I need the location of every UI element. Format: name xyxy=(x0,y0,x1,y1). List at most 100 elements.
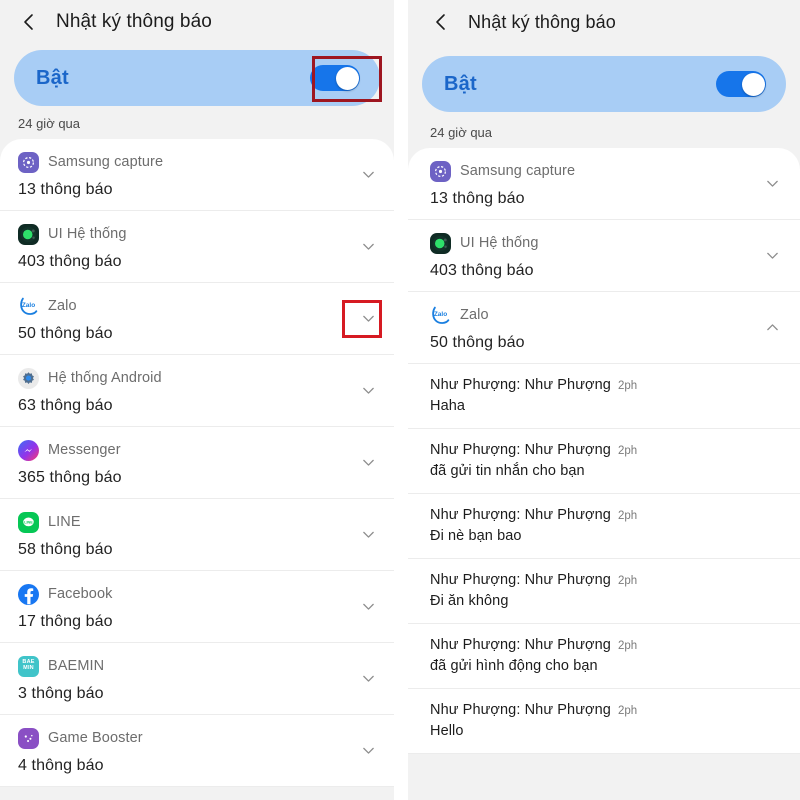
list-item[interactable]: Như Phượng: Như Phượng 2ph Haha xyxy=(408,364,800,429)
chevron-down-icon[interactable] xyxy=(760,172,784,196)
list-item[interactable]: Như Phượng: Như Phượng 2ph Đi ăn không xyxy=(408,559,800,624)
table-row[interactable]: Game Booster 4 thông báo xyxy=(0,715,394,787)
chevron-down-icon[interactable] xyxy=(356,451,380,475)
app-name: UI Hệ thống xyxy=(48,226,127,242)
app-name: BAEMIN xyxy=(48,658,105,674)
master-switch-card[interactable]: Bật xyxy=(14,50,380,106)
app-row-head: Hệ thống Android xyxy=(18,366,346,390)
app-name: Zalo xyxy=(460,307,489,323)
right-app-list: Samsung capture 13 thông báo UI Hệ thống… xyxy=(408,148,800,754)
app-notification-count: 63 thông báo xyxy=(18,397,113,414)
svg-text:Zalo: Zalo xyxy=(22,302,35,309)
chevron-down-icon[interactable] xyxy=(356,595,380,619)
notification-time: 2ph xyxy=(617,380,638,392)
chevron-left-icon[interactable] xyxy=(18,11,40,33)
master-switch-card[interactable]: Bật xyxy=(422,56,786,112)
app-notification-count: 17 thông báo xyxy=(18,613,113,630)
app-row-head: UI Hệ thống xyxy=(18,222,346,246)
list-item[interactable]: Như Phượng: Như Phượng 2ph đã gửi tin nh… xyxy=(408,429,800,494)
notification-body: Đi nè bạn bao xyxy=(430,528,522,544)
right-phone-panel: Nhật ký thông báo Bật 24 giờ qua Samsung… xyxy=(408,0,800,800)
app-name: Game Booster xyxy=(48,730,143,746)
notification-head: Như Phượng: Như Phượng 2ph xyxy=(430,637,780,653)
notification-time: 2ph xyxy=(617,705,638,717)
app-notification-count: 4 thông báo xyxy=(18,757,104,774)
chevron-down-icon[interactable] xyxy=(356,739,380,763)
table-row[interactable]: Messenger 365 thông báo xyxy=(0,427,394,499)
table-row[interactable]: LINE LINE 58 thông báo xyxy=(0,499,394,571)
svg-text:Zalo: Zalo xyxy=(434,311,447,318)
table-row[interactable]: Facebook 17 thông báo xyxy=(0,571,394,643)
chevron-down-icon[interactable] xyxy=(356,235,380,259)
notification-body: Đi ăn không xyxy=(430,593,509,609)
notification-title: Như Phượng: Như Phượng xyxy=(430,572,611,588)
app-name: Zalo xyxy=(48,298,77,314)
left-phone-panel: Nhật ký thông báo Bật 24 giờ qua Samsung… xyxy=(0,0,394,800)
ui-system-icon xyxy=(430,232,451,254)
app-name: Messenger xyxy=(48,442,121,458)
app-row-head: Facebook xyxy=(18,582,346,606)
table-row[interactable]: Samsung capture 13 thông báo xyxy=(408,148,800,220)
app-notification-count: 13 thông báo xyxy=(430,190,525,207)
facebook-icon xyxy=(18,583,39,605)
table-row[interactable]: UI Hệ thống 403 thông báo xyxy=(408,220,800,292)
game-booster-icon xyxy=(18,727,39,749)
left-app-list: Samsung capture 13 thông báo UI Hệ thống… xyxy=(0,139,394,787)
table-row[interactable]: BAE MIN BAEMIN 3 thông báo xyxy=(0,643,394,715)
notification-title: Như Phượng: Như Phượng xyxy=(430,507,611,523)
app-row-head: UI Hệ thống xyxy=(430,231,748,255)
table-row[interactable]: Samsung capture 13 thông báo xyxy=(0,139,394,211)
app-notification-count: 403 thông báo xyxy=(18,253,122,270)
master-switch-label: Bật xyxy=(36,66,69,89)
chevron-up-icon[interactable] xyxy=(760,316,784,340)
app-row-head: BAE MIN BAEMIN xyxy=(18,654,346,678)
chevron-down-icon[interactable] xyxy=(356,667,380,691)
app-row-head: Samsung capture xyxy=(18,150,346,174)
app-name: LINE xyxy=(48,514,81,530)
chevron-down-icon[interactable] xyxy=(356,163,380,187)
app-row-head: Samsung capture xyxy=(430,159,748,183)
app-notification-count: 403 thông báo xyxy=(430,262,534,279)
chevron-down-icon[interactable] xyxy=(356,379,380,403)
samsung-capture-icon xyxy=(18,151,39,173)
master-switch-toggle[interactable] xyxy=(310,65,360,91)
ui-system-icon xyxy=(18,223,39,245)
chevron-down-icon[interactable] xyxy=(356,523,380,547)
app-name: UI Hệ thống xyxy=(460,235,539,251)
app-row-head: Messenger xyxy=(18,438,346,462)
table-row[interactable]: Zalo Zalo 50 thông báo xyxy=(408,292,800,364)
chevron-down-icon[interactable] xyxy=(356,307,380,331)
notification-title: Như Phượng: Như Phượng xyxy=(430,377,611,393)
list-item[interactable]: Như Phượng: Như Phượng 2ph đã gửi hình đ… xyxy=(408,624,800,689)
app-notification-count: 50 thông báo xyxy=(430,334,525,351)
app-name: Samsung capture xyxy=(48,154,164,170)
table-row[interactable]: UI Hệ thống 403 thông báo xyxy=(0,211,394,283)
notification-head: Như Phượng: Như Phượng 2ph xyxy=(430,572,780,588)
app-notification-count: 58 thông báo xyxy=(18,541,113,558)
list-item[interactable]: Như Phượng: Như Phượng 2ph Đi nè bạn bao xyxy=(408,494,800,559)
table-row[interactable]: Hệ thống Android 63 thông báo xyxy=(0,355,394,427)
app-name: Hệ thống Android xyxy=(48,370,162,386)
notification-body: Haha xyxy=(430,398,466,414)
android-system-icon xyxy=(18,367,39,389)
master-switch-toggle[interactable] xyxy=(716,71,766,97)
app-notification-count: 50 thông báo xyxy=(18,325,113,342)
page-title: Nhật ký thông báo xyxy=(56,11,212,32)
svg-text:LINE: LINE xyxy=(24,520,33,524)
notification-time: 2ph xyxy=(617,510,638,522)
app-row-head: Game Booster xyxy=(18,726,346,750)
app-name: Facebook xyxy=(48,586,113,602)
app-name: Samsung capture xyxy=(460,163,576,179)
notification-body: đã gửi hình động cho bạn xyxy=(430,658,598,674)
right-header: Nhật ký thông báo xyxy=(408,0,800,44)
notification-body: đã gửi tin nhắn cho bạn xyxy=(430,463,585,479)
list-item[interactable]: Như Phượng: Như Phượng 2ph Hello xyxy=(408,689,800,754)
chevron-down-icon[interactable] xyxy=(760,244,784,268)
baemin-icon-text: BAE MIN xyxy=(22,659,35,671)
section-label-24h: 24 giờ qua xyxy=(18,116,81,131)
chevron-left-icon[interactable] xyxy=(430,11,452,33)
left-header: Nhật ký thông báo xyxy=(0,0,394,44)
notification-title: Như Phượng: Như Phượng xyxy=(430,702,611,718)
section-label-24h: 24 giờ qua xyxy=(430,125,493,140)
table-row[interactable]: Zalo Zalo 50 thông báo xyxy=(0,283,394,355)
